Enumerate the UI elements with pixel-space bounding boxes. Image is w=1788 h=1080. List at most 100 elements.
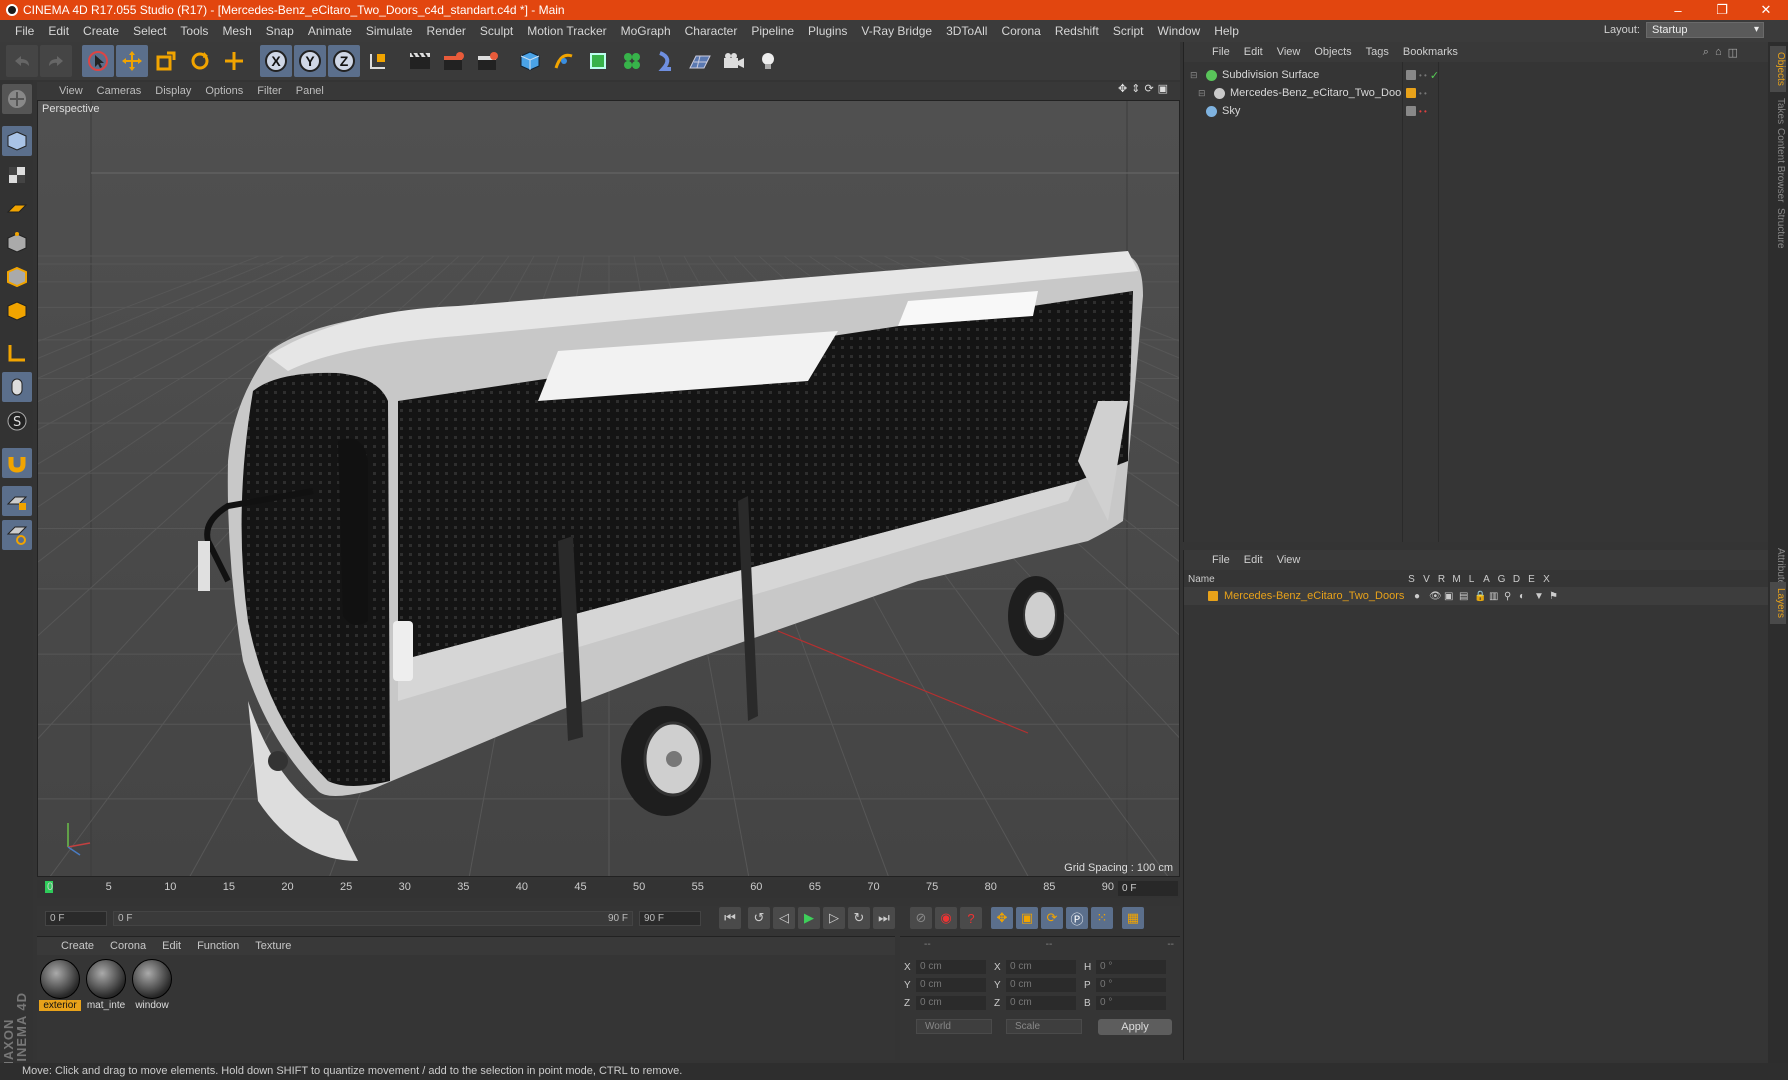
menu-script[interactable]: Script [1106,24,1151,38]
object-visibility-toggles[interactable]: • • ✓ [1406,69,1439,82]
object-visibility-toggles[interactable]: • • [1406,88,1427,98]
menu-motion-tracker[interactable]: Motion Tracker [520,24,613,38]
timeline-window-icon[interactable]: ▦ [1122,907,1144,929]
layer-column-s[interactable]: S [1404,574,1419,585]
key-parameter-icon[interactable]: Ⓟ [1066,907,1088,929]
object-visibility-toggles[interactable]: • • [1406,106,1427,116]
menu-create[interactable]: Create [76,24,126,38]
layer-column-r[interactable]: R [1434,574,1449,585]
layer-flag-icon[interactable]: 👁 [1429,591,1442,602]
menu-corona[interactable]: Corona [994,24,1047,38]
home-icon[interactable]: ⌂ [1715,46,1722,59]
start-frame-field[interactable]: 0 F [45,910,107,926]
apply-button[interactable]: Apply [1098,1019,1172,1035]
side-tab-content-browser[interactable]: Content Browser [1770,122,1786,208]
floor-icon[interactable] [684,45,716,77]
z-axis-lock[interactable]: Z [328,45,360,77]
menu-animate[interactable]: Animate [301,24,359,38]
subdivision-icon[interactable] [582,45,614,77]
menu-help[interactable]: Help [1207,24,1246,38]
deformer-icon[interactable] [650,45,682,77]
polygons-mode-icon[interactable] [2,296,32,326]
texture-mode-icon[interactable] [2,160,32,190]
prev-key-icon[interactable]: ↺ [748,907,770,929]
pan-icon[interactable]: ✥ [1118,82,1127,95]
redo-icon[interactable] [40,45,72,77]
render-view-icon[interactable] [404,45,436,77]
frame-range-slider[interactable]: 0 F 90 F [113,910,633,926]
material-menu-function[interactable]: Function [197,940,239,952]
coord-value-field[interactable]: 0 ° [1096,960,1166,974]
undo-icon[interactable] [6,45,38,77]
timeline-ruler[interactable]: 0 5 10 15 20 25 30 35 40 45 50 55 60 65 70 75 80 85 90 0 F [37,880,1180,898]
camera-icon[interactable] [718,45,750,77]
rotate-icon[interactable] [184,45,216,77]
coordinate-system-icon[interactable] [362,45,394,77]
object-menu-edit[interactable]: Edit [1244,46,1263,58]
move-icon[interactable] [116,45,148,77]
play-icon[interactable]: ▶ [798,907,820,929]
material-menu-texture[interactable]: Texture [255,940,291,952]
live-select-icon[interactable] [218,45,250,77]
menu-mograph[interactable]: MoGraph [614,24,678,38]
viewport-menu-display[interactable]: Display [155,85,191,97]
light-icon[interactable] [752,45,784,77]
prev-frame-icon[interactable]: ◁ [773,907,795,929]
viewport-perspective[interactable]: Perspective Grid Spacing : 100 cm [37,100,1180,877]
layout-dropdown[interactable]: Startup [1646,22,1764,38]
coord-value-field[interactable]: 0 cm [1006,960,1076,974]
make-editable-icon[interactable] [2,84,32,114]
layer-flag-icon[interactable]: ▥ [1489,591,1499,602]
material-menu-corona[interactable]: Corona [110,940,146,952]
object-menu-tags[interactable]: Tags [1366,46,1389,58]
grid-snap-icon[interactable] [2,520,32,550]
layer-menu-view[interactable]: View [1277,554,1301,566]
snap-icon[interactable]: S [2,406,32,436]
orbit-icon[interactable]: ⟳ [1144,82,1153,95]
menu-snap[interactable]: Snap [259,24,301,38]
end-frame-field[interactable]: 90 F [639,910,701,926]
menu-edit[interactable]: Edit [41,24,76,38]
menu-3dtoall[interactable]: 3DToAll [939,24,994,38]
layer-menu-file[interactable]: File [1212,554,1230,566]
coord-mode-dropdown[interactable]: Scale [1006,1019,1082,1034]
axis-mode-icon[interactable] [2,338,32,368]
layer-flag-icon[interactable]: ▤ [1459,591,1469,602]
layer-column-name[interactable]: Name [1184,574,1404,585]
material-menu-edit[interactable]: Edit [162,940,181,952]
object-row[interactable]: Sky • • [1184,102,1769,120]
layer-flag-icon[interactable]: ⚲ [1504,591,1514,602]
material-exterior[interactable]: exterior [39,959,81,1011]
viewport-menu-view[interactable]: View [59,85,83,97]
object-menu-view[interactable]: View [1277,46,1301,58]
menu-tools[interactable]: Tools [173,24,215,38]
next-key-icon[interactable]: ↻ [848,907,870,929]
coord-value-field[interactable]: 0 cm [1006,978,1076,992]
render-picture-viewer-icon[interactable] [438,45,470,77]
layer-flag-icon[interactable]: ◐ [1519,591,1529,602]
layer-menu-edit[interactable]: Edit [1244,554,1263,566]
key-rotation-icon[interactable]: ⟳ [1041,907,1063,929]
scale-icon[interactable] [150,45,182,77]
y-axis-lock[interactable]: Y [294,45,326,77]
workplane-icon[interactable] [2,194,32,224]
object-menu-objects[interactable]: Objects [1314,46,1351,58]
menu-pipeline[interactable]: Pipeline [744,24,801,38]
edit-render-settings-icon[interactable] [472,45,504,77]
points-mode-icon[interactable] [2,228,32,258]
object-row[interactable]: ⊟ Mercedes-Benz_eCitaro_Two_Doors • • [1184,84,1769,102]
viewport-menu-cameras[interactable]: Cameras [97,85,142,97]
maximize-viewport-icon[interactable]: ▣ [1158,82,1168,95]
coord-value-field[interactable]: 0 cm [916,978,986,992]
expand-icon[interactable]: ⊟ [1190,70,1206,81]
new-view-icon[interactable]: ◫ [1728,46,1738,59]
layer-flag-icon[interactable]: ▣ [1444,591,1454,602]
object-menu-file[interactable]: File [1212,46,1230,58]
x-axis-lock[interactable]: X [260,45,292,77]
go-to-start-icon[interactable]: ⏮ [719,907,741,929]
next-frame-icon[interactable]: ▷ [823,907,845,929]
menu-character[interactable]: Character [678,24,745,38]
cube-primitive-icon[interactable] [514,45,546,77]
record-active-icon[interactable]: ◉ [935,907,957,929]
dolly-icon[interactable]: ⇕ [1131,82,1140,95]
